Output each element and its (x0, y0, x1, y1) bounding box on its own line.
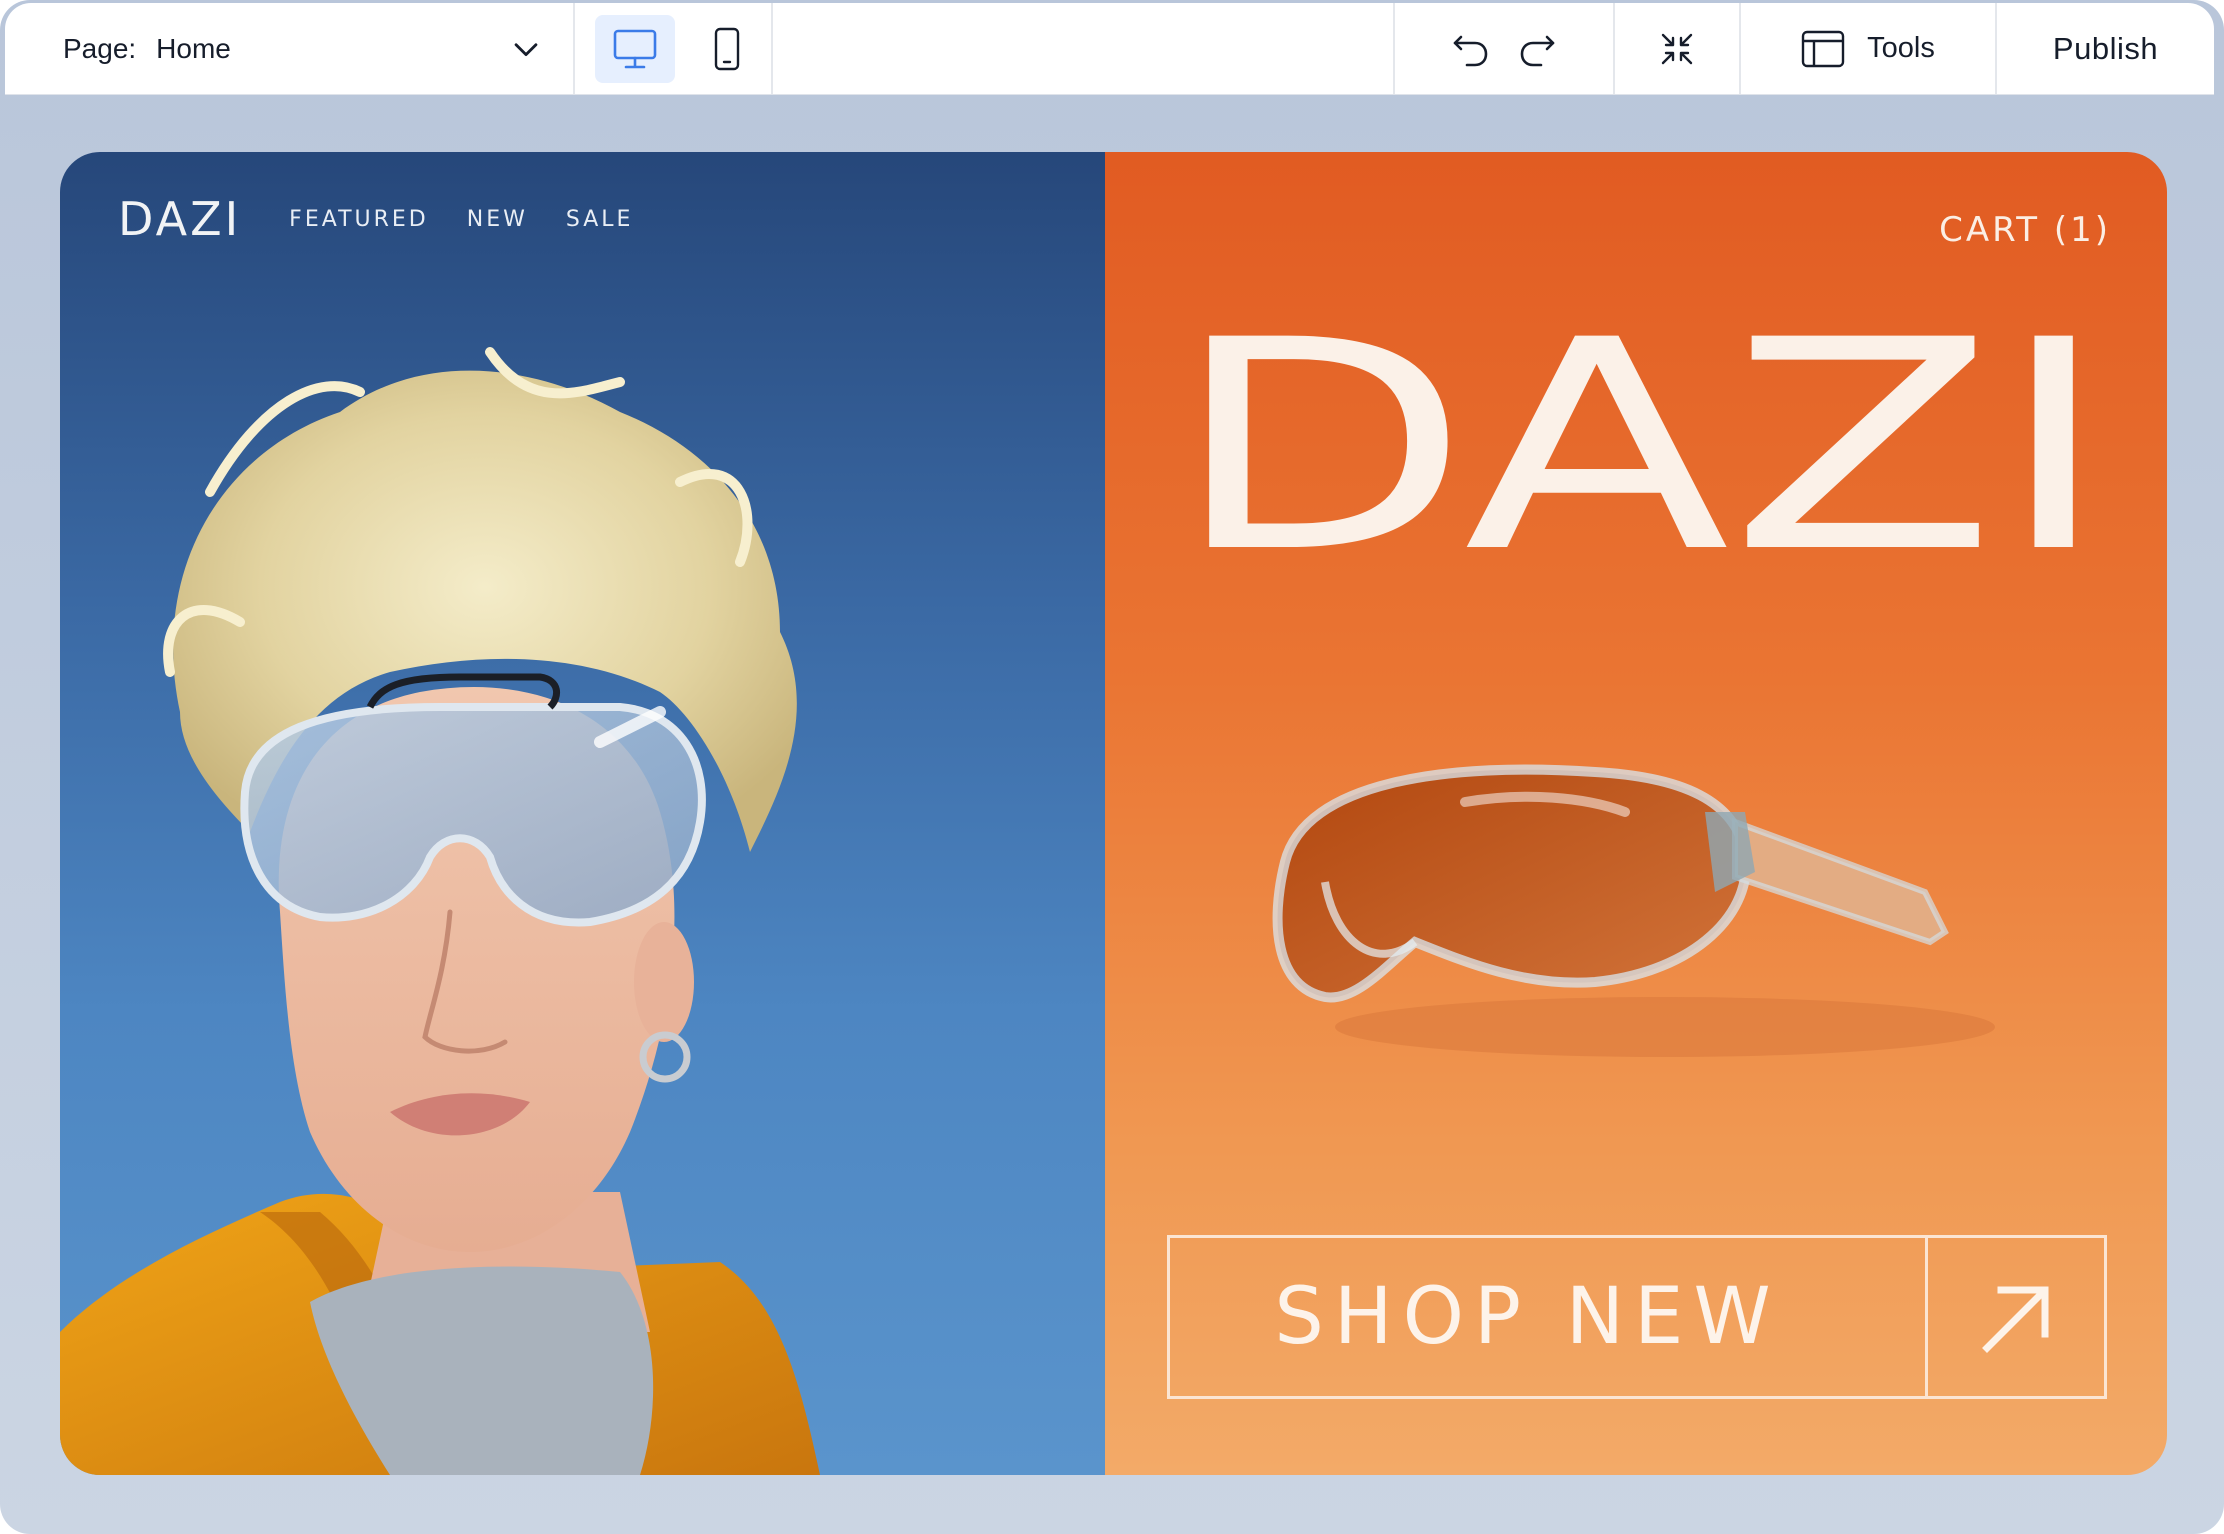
desktop-icon (613, 29, 657, 68)
nav-link-featured[interactable]: FEATURED (289, 207, 429, 232)
shop-new-arrow (1925, 1238, 2104, 1396)
redo-icon (1520, 35, 1555, 66)
site-logo[interactable]: DAZI (118, 192, 241, 246)
history-controls (1395, 3, 1613, 94)
page-key: Page: (63, 32, 137, 64)
undo-button[interactable] (1449, 27, 1493, 71)
hero-title-text: DAZI (1171, 322, 2111, 572)
cart-link[interactable]: CART (1) (1939, 210, 2111, 250)
tools-button[interactable]: Tools (1741, 3, 1995, 94)
arrow-up-right-icon (1982, 1286, 2049, 1353)
publish-button[interactable]: Publish (1997, 3, 2214, 94)
sunglasses-product-image (1272, 764, 1995, 1057)
hero-image-panel: DAZI FEATURED NEW SALE (60, 152, 1105, 1475)
zoom-out-control (1615, 3, 1739, 94)
chevron-down-icon[interactable] (509, 32, 543, 66)
editor-window: Page: Home Tools Publish DAZI FEATURED N… (0, 0, 2224, 1534)
site-nav: DAZI FEATURED NEW SALE (118, 192, 633, 246)
panel-layout-icon (1801, 30, 1845, 67)
tools-label: Tools (1867, 32, 1935, 64)
device-toggle (575, 3, 771, 94)
zoom-out-button[interactable] (1655, 27, 1699, 71)
nav-link-sale[interactable]: SALE (566, 207, 634, 232)
page-selector[interactable]: Page: Home (5, 3, 573, 94)
redo-button[interactable] (1515, 27, 1559, 71)
site-preview: DAZI FEATURED NEW SALE CART (1) DAZI SHO… (60, 152, 2167, 1475)
hero-brand-panel: CART (1) DAZI SHOP NEW (1105, 152, 2167, 1475)
model-portrait-image (60, 347, 820, 1475)
editor-toolbar: Page: Home Tools Publish (5, 3, 2214, 95)
nav-link-new[interactable]: NEW (467, 207, 528, 232)
desktop-view-button[interactable] (595, 14, 675, 83)
page-selector-label: Page: Home (63, 33, 231, 65)
collapse-icon (1661, 33, 1693, 64)
publish-label: Publish (2052, 30, 2159, 66)
mobile-icon (714, 27, 740, 70)
hero-title: DAZI (1171, 322, 2111, 572)
mobile-view-button[interactable] (687, 15, 767, 83)
page-value: Home (156, 32, 231, 64)
shop-new-button[interactable]: SHOP NEW (1167, 1235, 2107, 1399)
shop-new-label: SHOP NEW (1274, 1272, 1781, 1362)
undo-icon (1453, 35, 1488, 66)
